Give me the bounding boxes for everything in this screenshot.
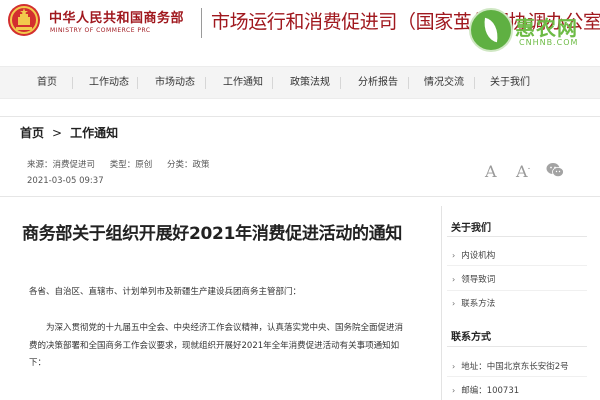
- sidebar-about-title: 关于我们: [451, 223, 491, 234]
- watermark-domain: CNHNB.COM: [519, 38, 579, 47]
- nav-item-policies[interactable]: 政策法规: [290, 67, 330, 98]
- divider: [447, 376, 587, 377]
- chevron-right-icon: ›: [452, 386, 456, 395]
- national-emblem-icon: [8, 4, 40, 36]
- ministry-name-cn: 中华人民共和国商务部: [49, 11, 185, 26]
- font-increase-button[interactable]: A: [485, 162, 497, 181]
- divider: [447, 346, 587, 347]
- header-divider: [201, 8, 202, 38]
- sidebar-item-leader-speech[interactable]: › 领导致词: [452, 273, 495, 285]
- nav-item-home[interactable]: 首页: [37, 67, 57, 98]
- watermark-logo-icon: [469, 8, 513, 52]
- nav-separator: [272, 77, 273, 89]
- meta-category: 分类：政策: [166, 160, 210, 170]
- ministry-name-en: MINISTRY OF COMMERCE PRC: [50, 27, 151, 34]
- nav-item-work-notices[interactable]: 工作通知: [223, 67, 263, 98]
- nav-item-market-news[interactable]: 市场动态: [155, 67, 195, 98]
- chevron-right-icon: ›: [452, 299, 456, 308]
- article-paragraph: 为深入贯彻党的十九届五中全会、中央经济工作会议精神，认真落实党中央、国务院全面促…: [29, 320, 429, 373]
- breadcrumb-arrow: >: [52, 126, 63, 140]
- nav-item-work-news[interactable]: 工作动态: [89, 67, 129, 98]
- sidebar-item-contact-method[interactable]: › 联系方法: [452, 297, 495, 309]
- nav-separator: [72, 77, 73, 89]
- divider: [0, 196, 600, 197]
- sidebar-item-departments[interactable]: › 内设机构: [452, 249, 495, 261]
- nav-item-exchange[interactable]: 情况交流: [424, 67, 464, 98]
- article-salutation: 各省、自治区、直辖市、计划单列市及新疆生产建设兵团商务主管部门：: [29, 287, 302, 297]
- meta-type: 类型：原创: [109, 160, 153, 170]
- site-header: 中华人民共和国商务部 MINISTRY OF COMMERCE PRC 市场运行…: [0, 0, 600, 56]
- nav-item-about[interactable]: 关于我们: [490, 67, 530, 98]
- watermark-text: 惠农网: [515, 16, 578, 40]
- main-nav: 首页 工作动态 市场动态 工作通知 政策法规 分析报告 情况交流 关于我们: [0, 66, 600, 99]
- sidebar-divider: [441, 206, 442, 400]
- chevron-right-icon: ›: [452, 362, 456, 371]
- chevron-right-icon: ›: [452, 251, 456, 260]
- divider: [447, 236, 587, 237]
- divider: [447, 290, 587, 291]
- divider: [0, 116, 600, 117]
- breadcrumb: 首页 > 工作通知: [20, 124, 118, 141]
- breadcrumb-current[interactable]: 工作通知: [70, 124, 118, 141]
- nav-separator: [408, 77, 409, 89]
- chevron-right-icon: ›: [452, 275, 456, 284]
- wechat-icon[interactable]: [546, 162, 564, 178]
- nav-separator: [205, 77, 206, 89]
- nav-separator: [340, 77, 341, 89]
- publish-time: 2021-03-05 09:37: [27, 176, 104, 186]
- breadcrumb-home[interactable]: 首页: [20, 124, 44, 141]
- article-meta: 来源：消费促进司 类型：原创 分类：政策: [27, 158, 221, 170]
- nav-separator: [137, 77, 138, 89]
- article-title: 商务部关于组织开展好2021年消费促进活动的通知: [22, 224, 403, 244]
- divider: [447, 265, 587, 266]
- contact-address: › 地址：中国北京东长安街2号: [452, 362, 569, 372]
- contact-postcode: › 邮编：100731: [452, 386, 520, 396]
- nav-item-analysis[interactable]: 分析报告: [358, 67, 398, 98]
- nav-separator: [474, 77, 475, 89]
- paragraph-line: 下：: [29, 358, 47, 368]
- font-decrease-button[interactable]: A-: [516, 162, 530, 181]
- meta-source: 来源：消费促进司: [27, 160, 96, 170]
- paragraph-line: 为深入贯彻党的十九届五中全会、中央经济工作会议精神，认真落实党中央、国务院全面促…: [46, 323, 404, 333]
- paragraph-line: 费的决策部署和全国商务工作会议要求，现就组织开展好2021年全年消费促进活动有关…: [29, 340, 400, 351]
- sidebar-contact-title: 联系方式: [451, 332, 491, 343]
